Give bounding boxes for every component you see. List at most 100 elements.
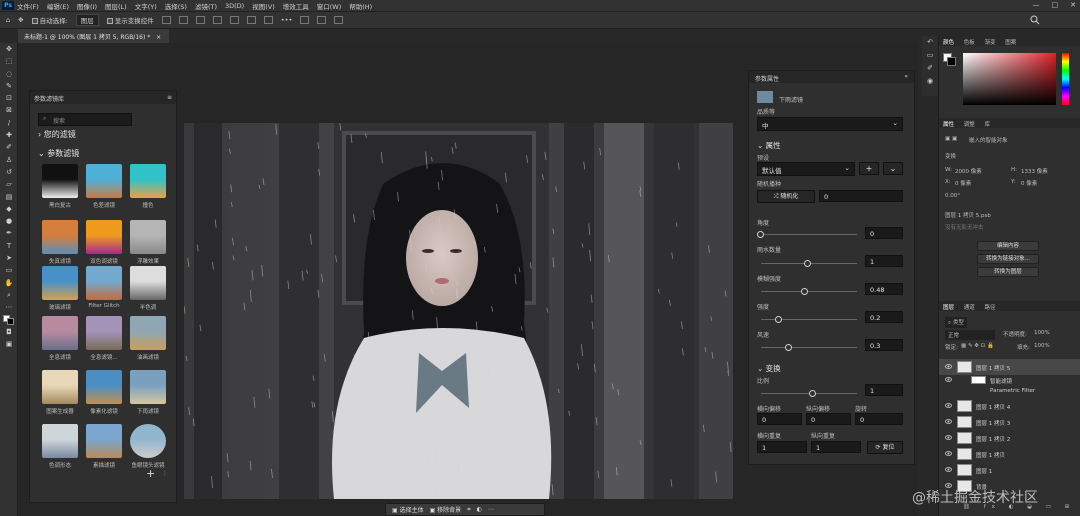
blur-slider-knob[interactable]	[801, 288, 808, 295]
panel-options-icon[interactable]: ⋮	[162, 470, 168, 477]
y-value[interactable]: 0 像素	[1021, 179, 1037, 187]
props-section[interactable]: ⌄ 属性	[757, 140, 781, 151]
blur-slider-track[interactable]	[761, 291, 857, 292]
tab-channels[interactable]: 通道	[964, 305, 975, 311]
document-image[interactable]	[184, 123, 733, 499]
tab-adjustments[interactable]: 调整	[964, 122, 975, 128]
adjust-icon[interactable]: ◐	[477, 506, 482, 513]
blur-input[interactable]: 0.48	[865, 283, 903, 295]
plugin-icon[interactable]: ◉	[922, 75, 938, 88]
filter-thumb[interactable]	[42, 316, 78, 350]
visibility-eye-icon[interactable]	[945, 364, 952, 369]
filter-thumb[interactable]	[130, 424, 166, 458]
filter-thumb[interactable]	[86, 220, 122, 254]
hue-slider[interactable]	[1062, 53, 1069, 105]
menu-select[interactable]: 选择(S)	[165, 1, 187, 11]
stamp-tool[interactable]: ♙	[0, 154, 18, 166]
move-tool-icon[interactable]: ✥	[18, 16, 23, 24]
close-icon[interactable]: ✕	[1070, 1, 1076, 9]
hscale-input[interactable]: 1	[757, 441, 807, 453]
search-icon[interactable]	[1030, 15, 1040, 25]
color-field[interactable]	[963, 53, 1056, 105]
tab-libraries[interactable]: 库	[985, 122, 991, 128]
minimize-icon[interactable]: —	[1033, 1, 1040, 9]
hand-tool[interactable]: ✋	[0, 277, 18, 289]
tab-patterns[interactable]: 图案	[1005, 40, 1016, 46]
auto-select-checkbox[interactable]: 自动选择:	[31, 15, 68, 25]
rectangle-tool[interactable]: ▭	[0, 264, 18, 276]
align-center-icon[interactable]	[178, 16, 188, 24]
filter-thumb[interactable]	[130, 370, 166, 404]
layer-row[interactable]: 图层 1 拷贝	[939, 446, 1080, 462]
layer-row[interactable]: Parametric Filter	[939, 386, 1080, 397]
lasso-tool[interactable]: ◌	[0, 68, 18, 80]
panel-menu-icon[interactable]: ≡	[167, 94, 172, 101]
align-middle-icon[interactable]	[229, 16, 239, 24]
tab-color[interactable]: 颜色	[943, 40, 954, 46]
color-swatches[interactable]	[0, 314, 18, 326]
filter-thumb[interactable]	[86, 164, 122, 198]
filter-thumb[interactable]	[130, 164, 166, 198]
brush-settings-icon[interactable]: ✐	[922, 62, 938, 75]
menu-layer[interactable]: 图层(L)	[105, 1, 127, 11]
reset-button[interactable]: ⟳ 复位	[867, 441, 903, 454]
filter-thumb[interactable]	[130, 220, 166, 254]
align-bottom-icon[interactable]	[246, 16, 256, 24]
param-filters-section[interactable]: ⌄ 参数滤镜	[38, 148, 79, 159]
filter-thumb[interactable]	[42, 220, 78, 254]
filter-thumb[interactable]	[42, 370, 78, 404]
transform-section[interactable]: ⌄ 变换	[757, 363, 781, 374]
filter-search-input[interactable]: ⌕ 搜索	[38, 113, 132, 126]
history-icon[interactable]: ↶	[922, 36, 938, 49]
filter-thumb[interactable]	[130, 266, 166, 300]
raindrop-slider-knob[interactable]	[804, 260, 811, 267]
randomize-button[interactable]: ⤮ 随机化	[757, 190, 815, 203]
align-left-icon[interactable]	[161, 16, 171, 24]
my-filters-section[interactable]: › 您的滤镜	[38, 129, 76, 140]
tab-swatches[interactable]: 色板	[964, 40, 975, 46]
home-icon[interactable]: ⌂	[6, 16, 10, 24]
angle-input[interactable]: 0	[865, 227, 903, 239]
filter-thumb[interactable]	[86, 370, 122, 404]
rotate-input[interactable]: 0	[855, 413, 903, 425]
fill-value[interactable]: 100%	[1034, 343, 1050, 349]
healing-tool[interactable]: ✚	[0, 129, 18, 141]
visibility-eye-icon[interactable]	[945, 377, 952, 382]
menu-image[interactable]: 图像(I)	[77, 1, 97, 11]
filter-thumb[interactable]	[42, 164, 78, 198]
width-value[interactable]: 2000 像素	[955, 167, 982, 175]
gradient-tool[interactable]: ▤	[0, 191, 18, 203]
eyedropper-tool[interactable]: ∕	[0, 117, 18, 129]
dodge-tool[interactable]: ●	[0, 215, 18, 227]
type-tool[interactable]: T	[0, 240, 18, 252]
more-options[interactable]: •••	[281, 16, 293, 24]
visibility-eye-icon[interactable]	[945, 419, 952, 424]
move-tool[interactable]: ✥	[0, 43, 18, 55]
speed-slider-track[interactable]	[761, 347, 857, 348]
filter-thumb[interactable]	[130, 316, 166, 350]
visibility-eye-icon[interactable]	[945, 435, 952, 440]
quick-mask-tool[interactable]: ◘	[0, 326, 18, 338]
frame-tool[interactable]: ⊠	[0, 104, 18, 116]
crop-tool[interactable]: ⊡	[0, 92, 18, 104]
hshear-input[interactable]: 0	[757, 413, 802, 425]
angle-slider-knob[interactable]	[757, 231, 764, 238]
menu-type[interactable]: 文字(Y)	[135, 1, 157, 11]
pan-3d-icon[interactable]	[334, 16, 344, 24]
raindrop-input[interactable]: 1	[865, 255, 903, 267]
vscale-input[interactable]: 1	[811, 441, 861, 453]
close-panel-icon[interactable]: «	[904, 73, 908, 80]
x-value[interactable]: 0 像素	[955, 179, 971, 187]
align-top-icon[interactable]	[212, 16, 222, 24]
layer-row[interactable]: 图层 1 拷贝 5	[939, 359, 1080, 375]
marquee-tool[interactable]: ⬚	[0, 55, 18, 67]
quality-dropdown[interactable]: 中 ⌄	[757, 117, 903, 131]
comment-icon[interactable]: ▭	[922, 49, 938, 62]
menu-plugins[interactable]: 增效工具	[283, 1, 309, 11]
menu-view[interactable]: 视图(V)	[252, 1, 275, 11]
document-tab[interactable]: 未标题-1 @ 100% (图层 1 拷贝 5, RGB/16) * ×	[18, 29, 170, 43]
visibility-eye-icon[interactable]	[945, 403, 952, 408]
eraser-tool[interactable]: ▱	[0, 178, 18, 190]
layer-row[interactable]: 图层 1 拷贝 3	[939, 414, 1080, 430]
filter-thumb[interactable]	[42, 424, 78, 458]
